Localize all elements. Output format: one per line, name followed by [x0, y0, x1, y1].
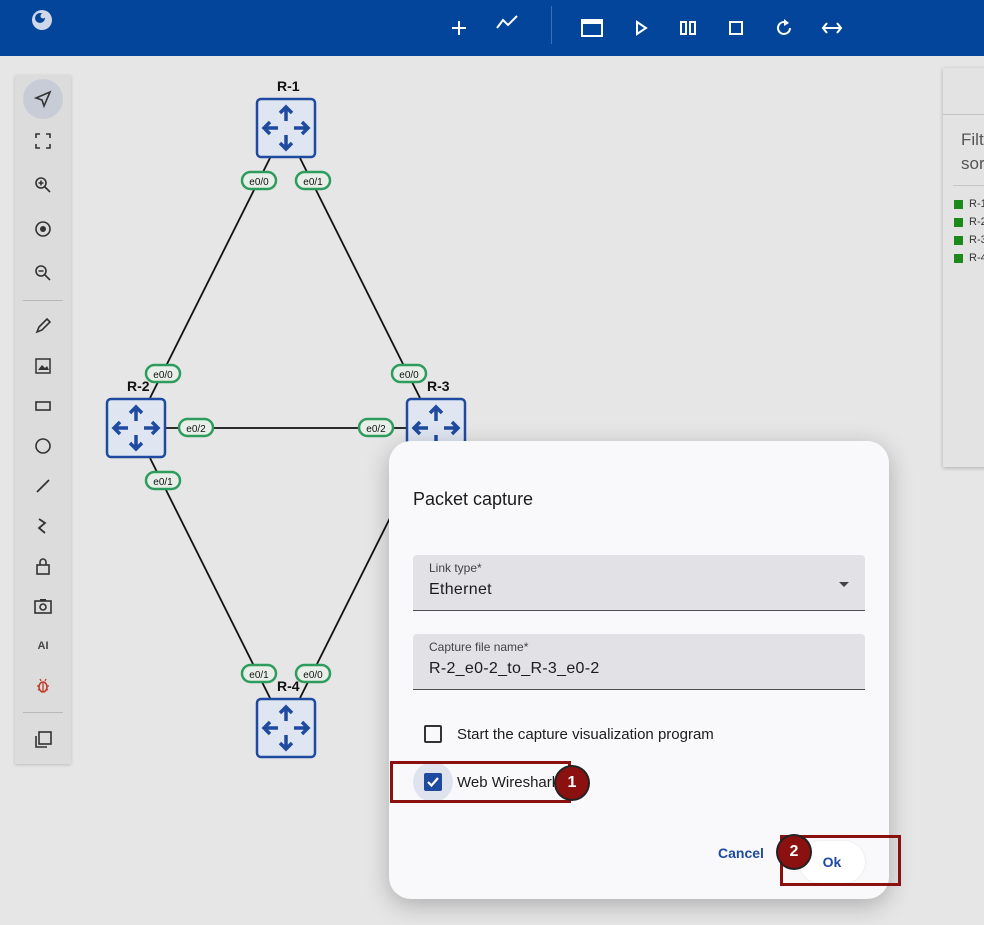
image-icon[interactable]	[23, 348, 63, 384]
start-visualization-checkbox-row[interactable]: Start the capture visualization program	[413, 714, 714, 754]
port-label: e0/0	[144, 363, 182, 384]
left-toolbar: AI	[15, 75, 71, 764]
link-r2-r4[interactable]	[149, 457, 271, 699]
start-visualization-label: Start the capture visualization program	[457, 725, 714, 743]
node-label-r1[interactable]: R-1	[277, 78, 300, 94]
ai-button[interactable]: AI	[23, 628, 63, 664]
list-item-label: R-1	[969, 198, 984, 210]
copy-icon[interactable]	[23, 722, 63, 758]
link-icon[interactable]	[23, 508, 63, 544]
port-label: e0/0	[294, 663, 332, 684]
edit-icon[interactable]	[23, 308, 63, 344]
node-label-r4[interactable]: R-4	[277, 678, 300, 694]
list-item-label: R-3	[969, 234, 984, 246]
svg-text:e0/0: e0/0	[399, 370, 419, 381]
svg-text:e0/2: e0/2	[366, 424, 386, 435]
router-r2[interactable]	[105, 397, 167, 459]
zoom-in-icon[interactable]	[23, 167, 63, 203]
capture-file-name-value: R-2_e0-2_to_R-3_e0-2	[429, 660, 600, 677]
panel-header-divider	[943, 114, 984, 115]
svg-text:e0/0: e0/0	[249, 177, 269, 188]
node-label-r2[interactable]: R-2	[127, 378, 150, 394]
svg-text:e0/1: e0/1	[303, 177, 323, 188]
line-icon[interactable]	[23, 468, 63, 504]
camera-icon[interactable]	[23, 588, 63, 624]
ai-label: AI	[37, 640, 49, 652]
bug-icon[interactable]	[23, 668, 63, 704]
list-item-label: R-2	[969, 216, 984, 228]
toolbar-divider	[23, 300, 63, 301]
highlight-box-web-wireshark	[390, 761, 571, 803]
port-label: e0/1	[294, 170, 332, 191]
status-icon	[954, 199, 963, 209]
list-item[interactable]: R-3	[954, 233, 984, 247]
link-type-label: Link type*	[429, 561, 482, 575]
step-marker-1: 1	[556, 767, 588, 799]
select-tool-icon[interactable]	[23, 79, 63, 119]
center-icon[interactable]	[23, 211, 63, 247]
filter-underline	[953, 185, 984, 186]
status-icon	[954, 253, 963, 263]
link-r1-r3[interactable]	[299, 157, 421, 399]
list-item-label: R-4	[969, 252, 984, 264]
port-label: e0/2	[357, 417, 395, 438]
capture-file-name-field[interactable]: Capture file name* R-2_e0-2_to_R-3_e0-2	[413, 634, 865, 690]
capture-file-name-label: Capture file name*	[429, 640, 529, 654]
svg-text:e0/1: e0/1	[153, 477, 173, 488]
rectangle-icon[interactable]	[23, 388, 63, 424]
link-r1-r2[interactable]	[149, 157, 271, 399]
link-type-select[interactable]: Link type* Ethernet	[413, 555, 865, 611]
svg-text:e0/2: e0/2	[186, 424, 206, 435]
list-item[interactable]: R-4	[954, 251, 984, 265]
status-icon	[954, 217, 963, 227]
router-r4[interactable]	[255, 697, 317, 759]
svg-text:e0/1: e0/1	[249, 670, 269, 681]
svg-text:e0/0: e0/0	[303, 670, 323, 681]
link-type-value: Ethernet	[429, 581, 492, 598]
status-icon	[954, 235, 963, 245]
nodes-panel: Filt sor R-1 R-2 R-3 R-4	[943, 68, 984, 467]
ellipse-icon[interactable]	[23, 428, 63, 464]
step-marker-2: 2	[778, 836, 810, 868]
port-label: e0/0	[390, 363, 428, 384]
svg-text:e0/0: e0/0	[153, 370, 173, 381]
cancel-button[interactable]: Cancel	[718, 845, 764, 861]
start-visualization-checkbox[interactable]	[424, 725, 442, 743]
port-label: e0/0	[240, 170, 278, 191]
filter-input[interactable]: sor	[961, 154, 984, 174]
node-label-r3[interactable]: R-3	[427, 378, 450, 394]
lock-icon[interactable]	[23, 548, 63, 584]
list-item[interactable]: R-1	[954, 197, 984, 211]
dialog-title: Packet capture	[413, 489, 534, 509]
packet-capture-dialog: Packet capture Link type* Ethernet Captu…	[389, 441, 889, 899]
port-label: e0/1	[144, 470, 182, 491]
filter-label: Filt	[961, 130, 984, 149]
list-item[interactable]: R-2	[954, 215, 984, 229]
fit-screen-icon[interactable]	[23, 123, 63, 159]
port-label: e0/1	[240, 663, 278, 684]
router-r1[interactable]	[255, 97, 317, 159]
zoom-out-icon[interactable]	[23, 255, 63, 291]
toolbar-divider	[23, 712, 63, 713]
port-label: e0/2	[177, 417, 215, 438]
chevron-down-icon	[839, 582, 849, 587]
